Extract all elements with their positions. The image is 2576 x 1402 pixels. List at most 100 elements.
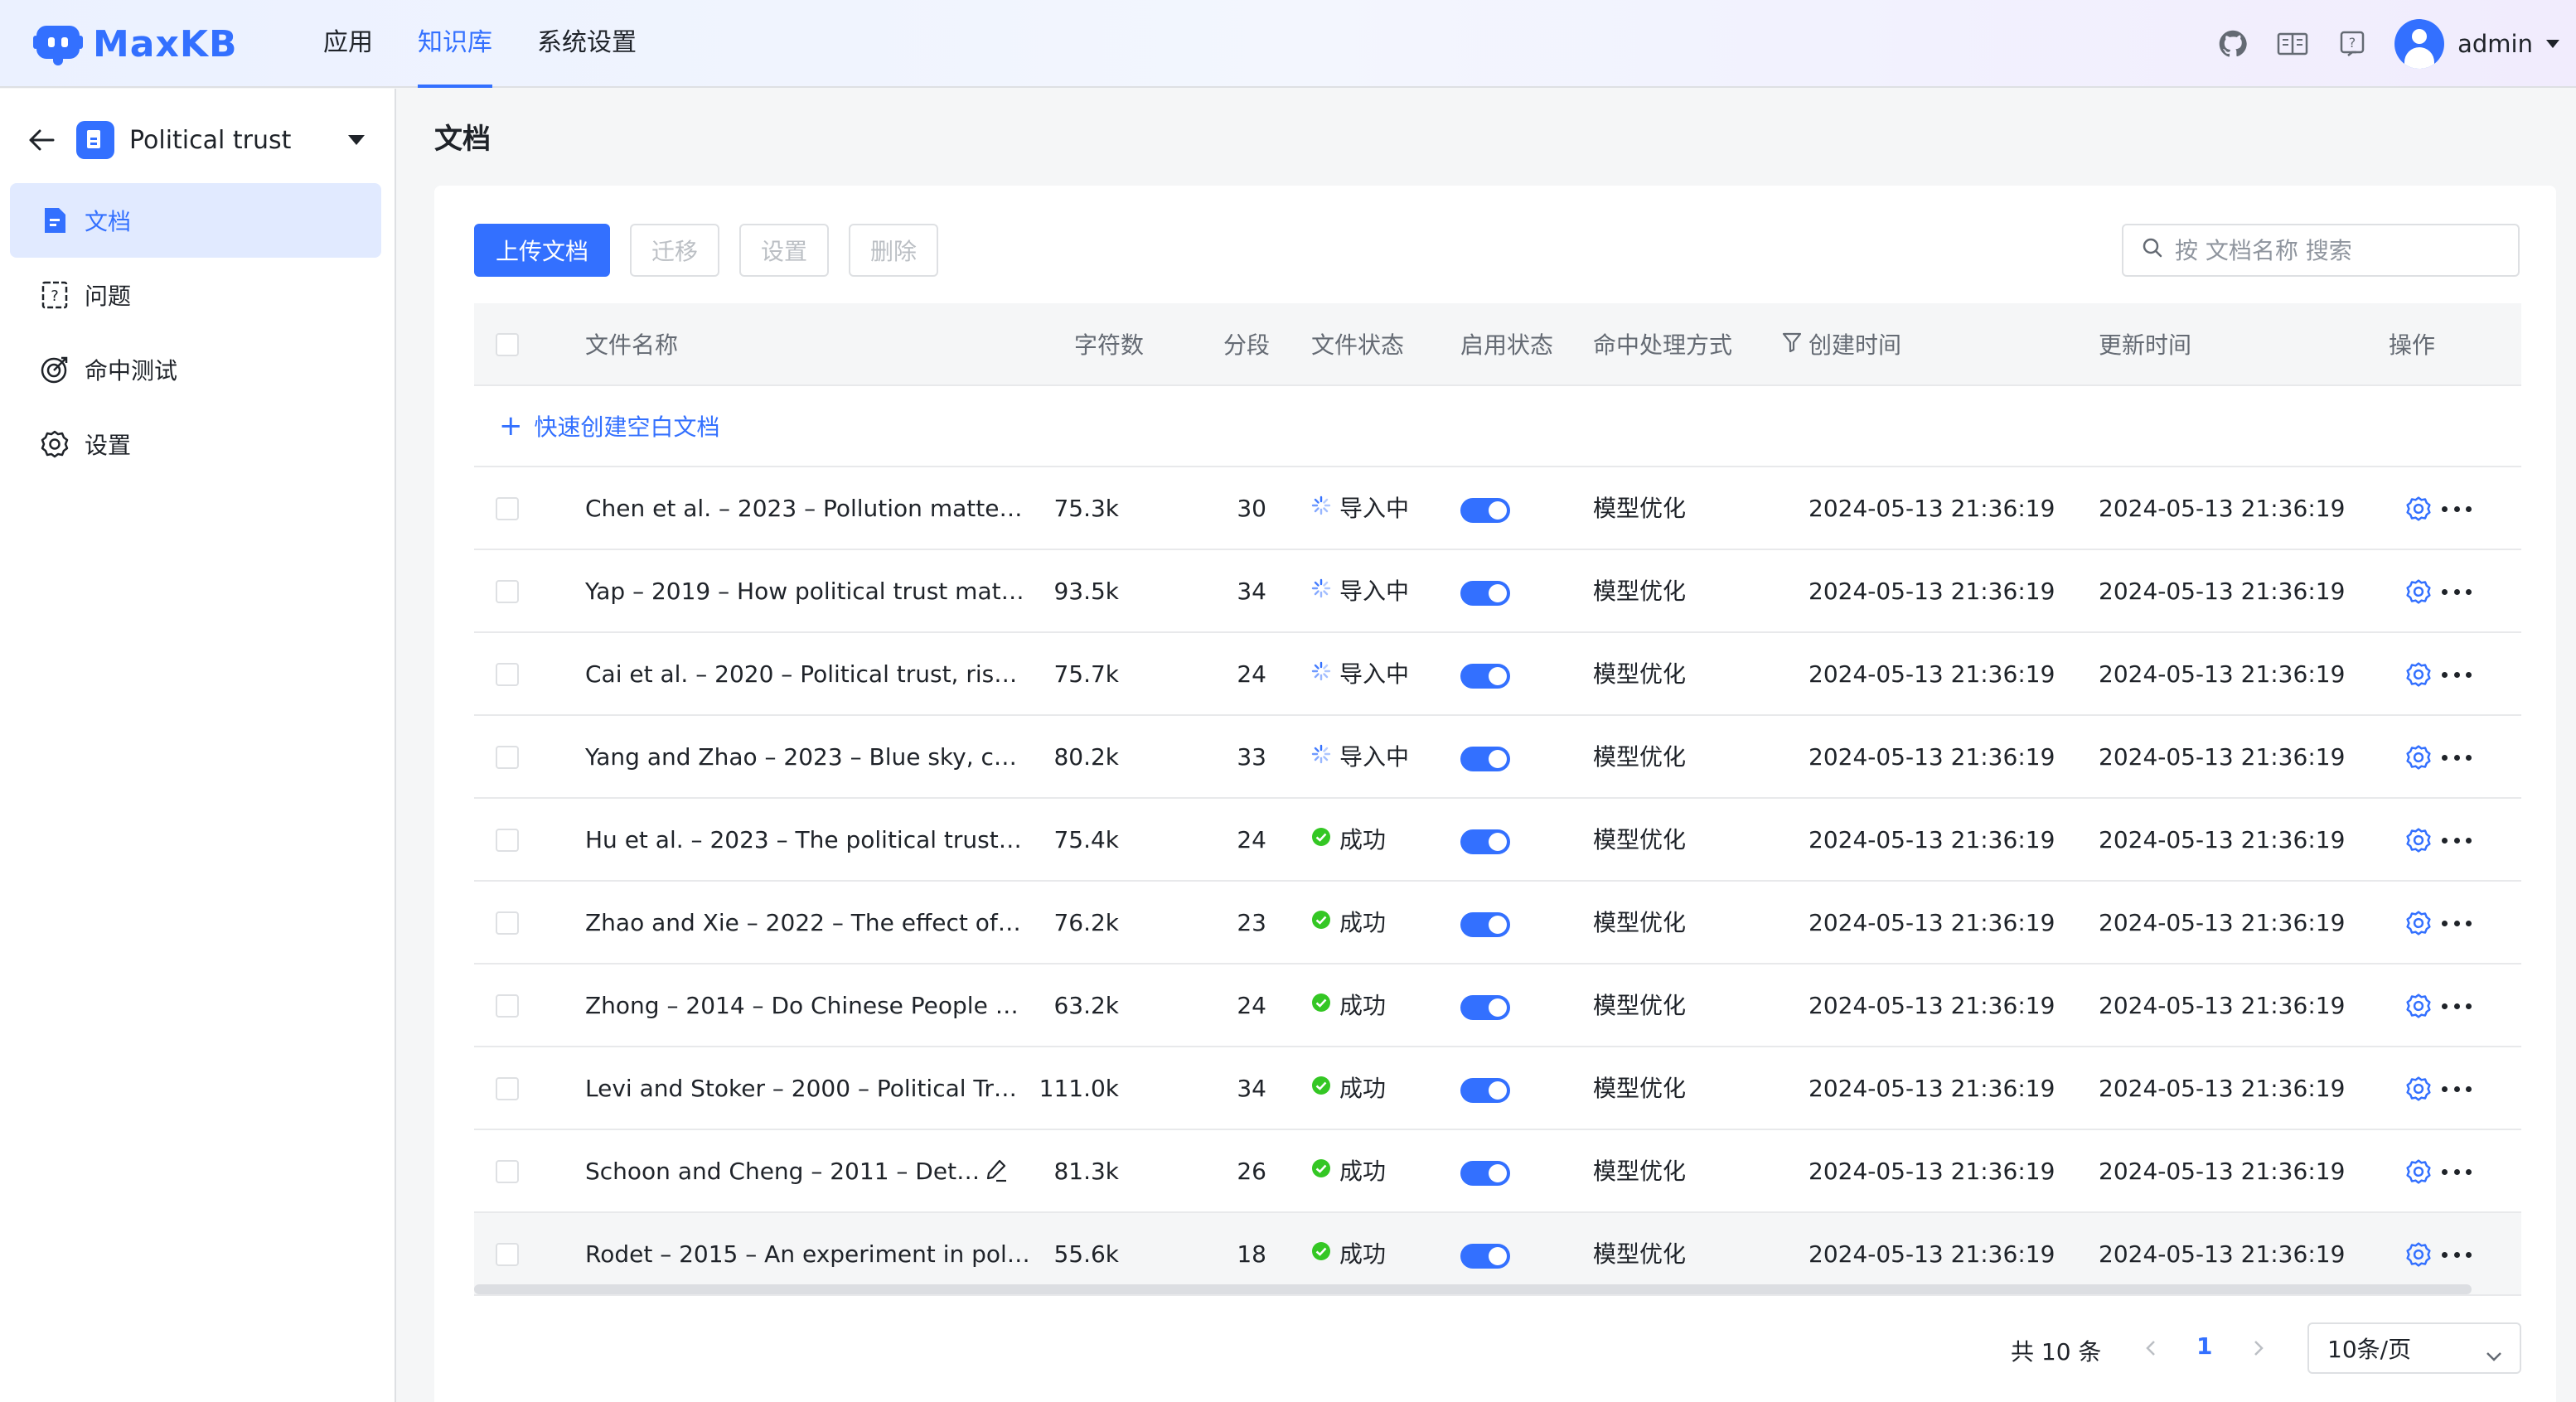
row-checkbox[interactable]	[496, 580, 519, 603]
gear-icon[interactable]	[2405, 910, 2432, 936]
kb-selector[interactable]: Political trust	[25, 115, 373, 165]
user-avatar[interactable]	[2394, 19, 2445, 69]
document-name[interactable]: Schoon and Cheng – 2011 – Det…	[585, 1130, 980, 1213]
nav-apps[interactable]: 应用	[323, 0, 373, 88]
logo[interactable]: MaxKB	[33, 17, 238, 71]
sidebar-item-hit-test[interactable]: 命中测试	[10, 332, 381, 407]
filter-icon[interactable]	[1782, 331, 1802, 359]
more-icon[interactable]	[2442, 915, 2472, 931]
enabled-toggle[interactable]	[1460, 747, 1510, 771]
chevron-right-icon[interactable]	[2248, 1337, 2269, 1359]
table-row[interactable]: Yang and Zhao – 2023 – Blue sky, c… 80.2k…	[474, 716, 2521, 799]
document-name[interactable]: Yang and Zhao – 2023 – Blue sky, c…	[585, 716, 1017, 799]
nav-system-settings[interactable]: 系统设置	[537, 0, 637, 88]
document-name[interactable]: Yap – 2019 – How political trust mat…	[585, 550, 1024, 633]
settings-button[interactable]: 设置	[739, 224, 829, 277]
row-checkbox[interactable]	[496, 994, 519, 1018]
gear-icon[interactable]	[2405, 1158, 2432, 1185]
caret-down-icon[interactable]	[2546, 40, 2559, 48]
enabled-toggle[interactable]	[1460, 912, 1510, 937]
back-arrow-icon[interactable]	[25, 123, 58, 157]
gear-icon[interactable]	[2405, 827, 2432, 853]
user-name[interactable]: admin	[2457, 30, 2533, 58]
hit-mode: 模型优化	[1593, 826, 1687, 853]
gear-icon[interactable]	[2405, 993, 2432, 1019]
document-name[interactable]: Zhong – 2014 – Do Chinese People …	[585, 964, 1019, 1047]
pagination-page-1[interactable]: 1	[2196, 1332, 2212, 1360]
book-icon[interactable]	[2277, 28, 2308, 60]
more-icon[interactable]	[2442, 749, 2472, 766]
top-right-actions: ? admin	[2189, 0, 2576, 88]
migrate-button[interactable]: 迁移	[630, 224, 719, 277]
row-checkbox[interactable]	[496, 497, 519, 520]
gear-icon[interactable]	[2405, 578, 2432, 605]
segment-count: 24	[1237, 826, 1266, 853]
status-label: 成功	[1339, 1075, 1387, 1102]
document-name[interactable]: Hu et al. – 2023 – The political trust…	[585, 799, 1022, 882]
enabled-toggle[interactable]	[1460, 498, 1510, 523]
github-icon[interactable]	[2217, 28, 2249, 60]
sidebar-item-settings[interactable]: 设置	[10, 407, 381, 481]
row-checkbox[interactable]	[496, 663, 519, 686]
horizontal-scrollbar[interactable]	[474, 1284, 2472, 1294]
upload-button[interactable]: 上传文档	[474, 224, 610, 277]
search-input[interactable]	[2175, 236, 2506, 264]
quick-create-link[interactable]: + 快速创建空白文档	[474, 386, 2521, 467]
enabled-toggle[interactable]	[1460, 1244, 1510, 1269]
enabled-toggle[interactable]	[1460, 1078, 1510, 1103]
document-name[interactable]: Chen et al. – 2023 – Pollution matte…	[585, 467, 1022, 550]
segment-count: 18	[1237, 1240, 1266, 1268]
sidebar-item-questions[interactable]: ? 问题	[10, 258, 381, 332]
table-row[interactable]: Cai et al. – 2020 – Political trust, ris…	[474, 633, 2521, 716]
row-checkbox[interactable]	[496, 1160, 519, 1183]
row-checkbox[interactable]	[496, 829, 519, 852]
more-icon[interactable]	[2442, 1246, 2472, 1263]
enabled-toggle[interactable]	[1460, 664, 1510, 689]
loading-spinner-icon	[1311, 549, 1331, 632]
enabled-toggle[interactable]	[1460, 581, 1510, 606]
caret-down-icon[interactable]	[348, 135, 365, 145]
gear-icon[interactable]	[2405, 1241, 2432, 1268]
table-row[interactable]: Zhao and Xie – 2022 – The effect of… 76.2…	[474, 882, 2521, 964]
more-icon[interactable]	[2442, 583, 2472, 600]
enabled-toggle[interactable]	[1460, 995, 1510, 1020]
nav-knowledge-base[interactable]: 知识库	[418, 0, 492, 88]
sidebar-item-documents[interactable]: 文档	[10, 183, 381, 258]
table-row[interactable]: Hu et al. – 2023 – The political trust… 7…	[474, 799, 2521, 882]
search-box[interactable]	[2122, 224, 2520, 277]
row-checkbox[interactable]	[496, 1243, 519, 1266]
table-row[interactable]: Zhong – 2014 – Do Chinese People … 63.2k 2…	[474, 964, 2521, 1047]
document-name[interactable]: Levi and Stoker – 2000 – Political Tr…	[585, 1047, 1017, 1130]
header-updated: 更新时间	[2099, 331, 2192, 359]
document-name[interactable]: Cai et al. – 2020 – Political trust, ris…	[585, 633, 1017, 716]
table-row[interactable]: Levi and Stoker – 2000 – Political Tr… 11…	[474, 1047, 2521, 1130]
select-all-checkbox[interactable]	[496, 333, 519, 356]
document-name[interactable]: Rodet – 2015 – An experiment in pol…	[585, 1213, 1030, 1296]
table-row[interactable]: Rodet – 2015 – An experiment in pol… 55.6…	[474, 1213, 2521, 1296]
more-icon[interactable]	[2442, 998, 2472, 1014]
more-icon[interactable]	[2442, 500, 2472, 517]
row-checkbox[interactable]	[496, 1077, 519, 1100]
updated-time: 2024-05-13 21:36:19	[2099, 1240, 2346, 1268]
help-icon[interactable]: ?	[2336, 28, 2368, 60]
document-name[interactable]: Zhao and Xie – 2022 – The effect of…	[585, 882, 1021, 964]
gear-icon[interactable]	[2405, 496, 2432, 522]
chevron-left-icon[interactable]	[2140, 1337, 2162, 1359]
more-icon[interactable]	[2442, 1081, 2472, 1097]
delete-button[interactable]: 删除	[849, 224, 938, 277]
row-checkbox[interactable]	[496, 746, 519, 769]
gear-icon[interactable]	[2405, 661, 2432, 688]
table-row[interactable]: Schoon and Cheng – 2011 – Det… 81.3k 26 成功 模…	[474, 1130, 2521, 1213]
row-checkbox[interactable]	[496, 911, 519, 935]
gear-icon[interactable]	[2405, 744, 2432, 771]
page-size-select[interactable]: 10条/页	[2307, 1322, 2521, 1374]
gear-icon[interactable]	[2405, 1076, 2432, 1102]
enabled-toggle[interactable]	[1460, 1161, 1510, 1186]
table-row[interactable]: Yap – 2019 – How political trust mat… 93.…	[474, 550, 2521, 633]
table-row[interactable]: Chen et al. – 2023 – Pollution matte… 75.…	[474, 467, 2521, 550]
edit-icon[interactable]	[985, 1158, 1008, 1189]
more-icon[interactable]	[2442, 832, 2472, 848]
more-icon[interactable]	[2442, 666, 2472, 683]
enabled-toggle[interactable]	[1460, 829, 1510, 854]
more-icon[interactable]	[2442, 1163, 2472, 1180]
